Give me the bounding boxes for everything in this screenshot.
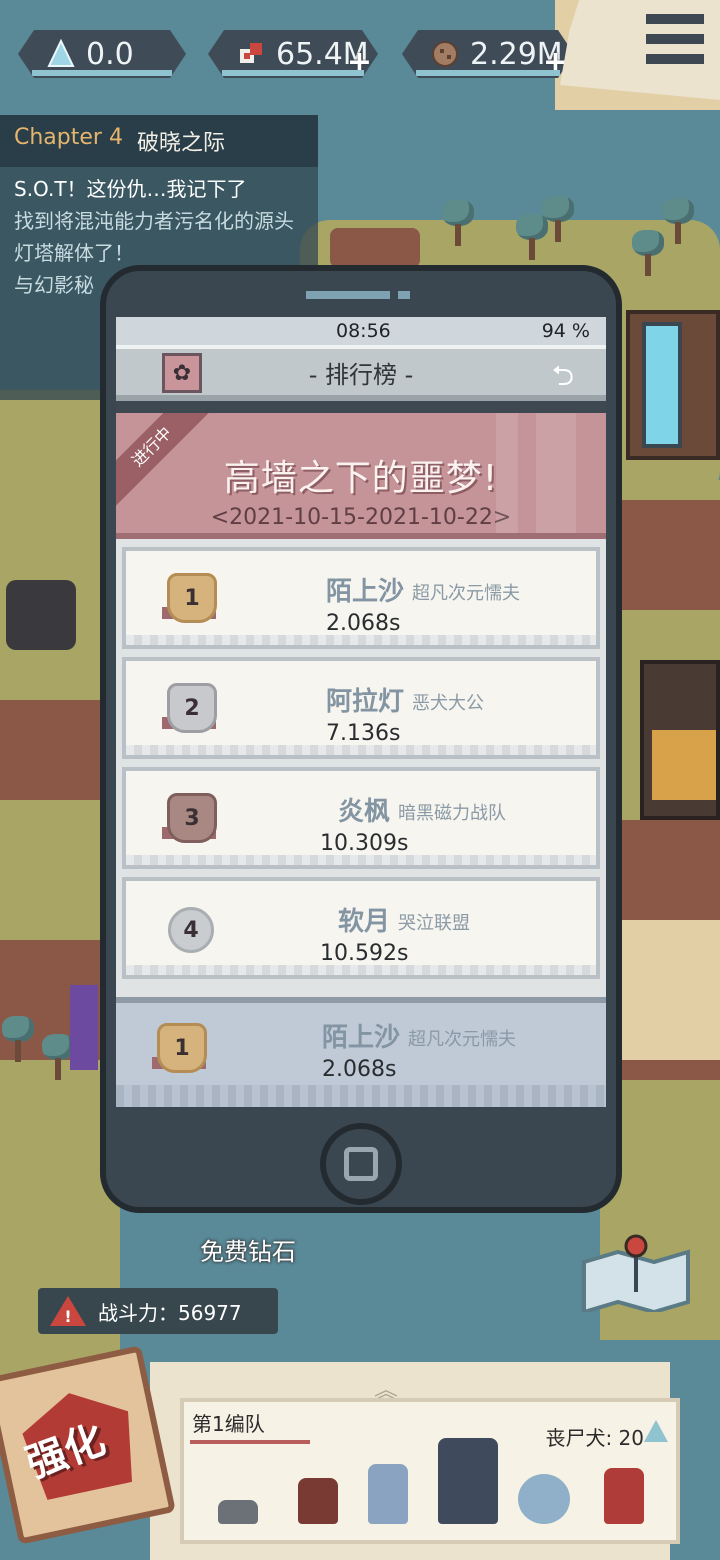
crystal-counter[interactable]: 0.0 [18,30,186,78]
team-unit[interactable] [368,1464,408,1524]
player-team: 暗黑磁力战队 [398,803,506,824]
bronze-medal-icon: 3 [162,793,217,847]
phone-camera [398,291,410,299]
quest-item[interactable]: S.O.T！这份仇…我记下了 [0,177,318,201]
player-name: 软月 [338,907,391,937]
phone-device: 08:56 94 % ✿ - 排行榜 - ⮌ 进行中 高墙之下的噩梦! <202… [100,265,622,1213]
team-unit[interactable] [438,1438,498,1524]
team-unit[interactable] [604,1468,644,1524]
tree-icon [630,230,666,278]
player-time: 2.068s [326,611,401,636]
player-name: 炎枫 [338,797,391,827]
player-team: 超凡次元懦夫 [408,1029,516,1050]
leaderboard-titlebar: ✿ - 排行榜 - ⮌ [116,345,606,401]
home-button[interactable] [320,1123,402,1205]
player-time: 10.592s [320,941,409,966]
cookie-icon [430,39,460,69]
map-button[interactable] [580,1232,692,1312]
my-rank-row[interactable]: 1 陌上沙 超凡次元懦夫 2.068s [116,997,606,1107]
shop-building[interactable] [640,660,720,820]
back-arrow-icon[interactable]: ⮌ [552,355,574,403]
chapter-label: Chapter 4 [14,125,123,150]
team-unit[interactable] [518,1474,570,1524]
player-team: 恶犬大公 [412,693,484,714]
phone-screen: 08:56 94 % ✿ - 排行榜 - ⮌ 进行中 高墙之下的噩梦! <202… [116,317,606,1107]
gold-medal-icon: 1 [152,1023,207,1077]
player-time: 10.309s [320,831,409,856]
clock: 08:56 [336,320,391,342]
player-time: 7.136s [326,721,401,746]
menu-button[interactable] [560,0,720,100]
team-formation[interactable]: 第1编队 丧尸犬: 20 [180,1398,680,1544]
hamburger-menu-icon [646,14,704,76]
player-time: 2.068s [322,1057,397,1082]
tree-icon [540,196,576,244]
tree-icon [0,1016,36,1064]
combat-power[interactable]: ! 战斗力：56977 [38,1288,278,1334]
gold-medal-icon: 1 [162,573,217,627]
team-unit[interactable] [298,1478,338,1524]
crystal-value: 0.0 [86,36,134,72]
purple-character[interactable] [70,985,98,1070]
free-diamonds-label[interactable]: 免费钻石 [200,1232,296,1267]
leaderboard-row[interactable]: 2 阿拉灯 恶犬大公 7.136s [122,657,600,759]
status-bar: 08:56 94 % [116,317,606,345]
warning-icon: ! [50,1296,86,1326]
capsule-building[interactable] [626,310,720,460]
leaderboard-row[interactable]: 3 炎枫 暗黑磁力战队 10.309s [122,767,600,869]
team-name: 第1编队 [192,1412,265,1436]
cookie-counter[interactable]: 2.29M + [402,30,574,78]
event-banner[interactable]: 进行中 高墙之下的噩梦! <2021-10-15-2021-10-22> [116,413,606,539]
quest-item[interactable]: 灯塔解体了！ [0,241,318,265]
silver-medal-icon: 2 [162,683,217,737]
phone-speaker [306,291,390,299]
rank-badge-icon: 4 [162,903,216,957]
tree-icon [440,200,476,248]
quest-item[interactable]: 找到将混沌能力者污名化的源头 [0,209,318,233]
power-value: 战斗力：56977 [98,1300,242,1325]
zombie-dog-count: 丧尸犬: 20 [545,1426,644,1450]
player-team: 超凡次元懦夫 [412,583,520,604]
chapter-title: 破晓之际 [136,131,225,156]
meat-counter[interactable]: 65.4M + [208,30,378,78]
team-underline [190,1440,310,1444]
leaderboard-row[interactable]: 1 陌上沙 超凡次元懦夫 2.068s [122,547,600,649]
battery-level: 94 % [541,320,590,342]
crystal-icon [644,1420,668,1442]
player-name: 阿拉灯 [326,687,405,717]
divider [116,401,606,413]
player-name: 陌上沙 [326,577,405,607]
paw-icon[interactable]: ✿ [162,353,202,393]
team-unit[interactable] [218,1500,258,1524]
machine-building[interactable] [6,580,76,650]
leaderboard-list: 1 陌上沙 超凡次元懦夫 2.068s 2 阿拉灯 恶犬大公 7.136s 3 … [116,539,606,979]
meat-icon [236,39,266,69]
event-dates: <2021-10-15-2021-10-22> [210,505,512,530]
player-team: 哭泣联盟 [398,913,470,934]
chapter-header: Chapter 4 破晓之际 [0,115,318,167]
leaderboard-row[interactable]: 4 软月 哭泣联盟 10.592s [122,877,600,979]
crystal-icon [46,39,76,69]
page-title: - 排行榜 - [308,360,414,389]
player-name: 陌上沙 [322,1023,401,1053]
